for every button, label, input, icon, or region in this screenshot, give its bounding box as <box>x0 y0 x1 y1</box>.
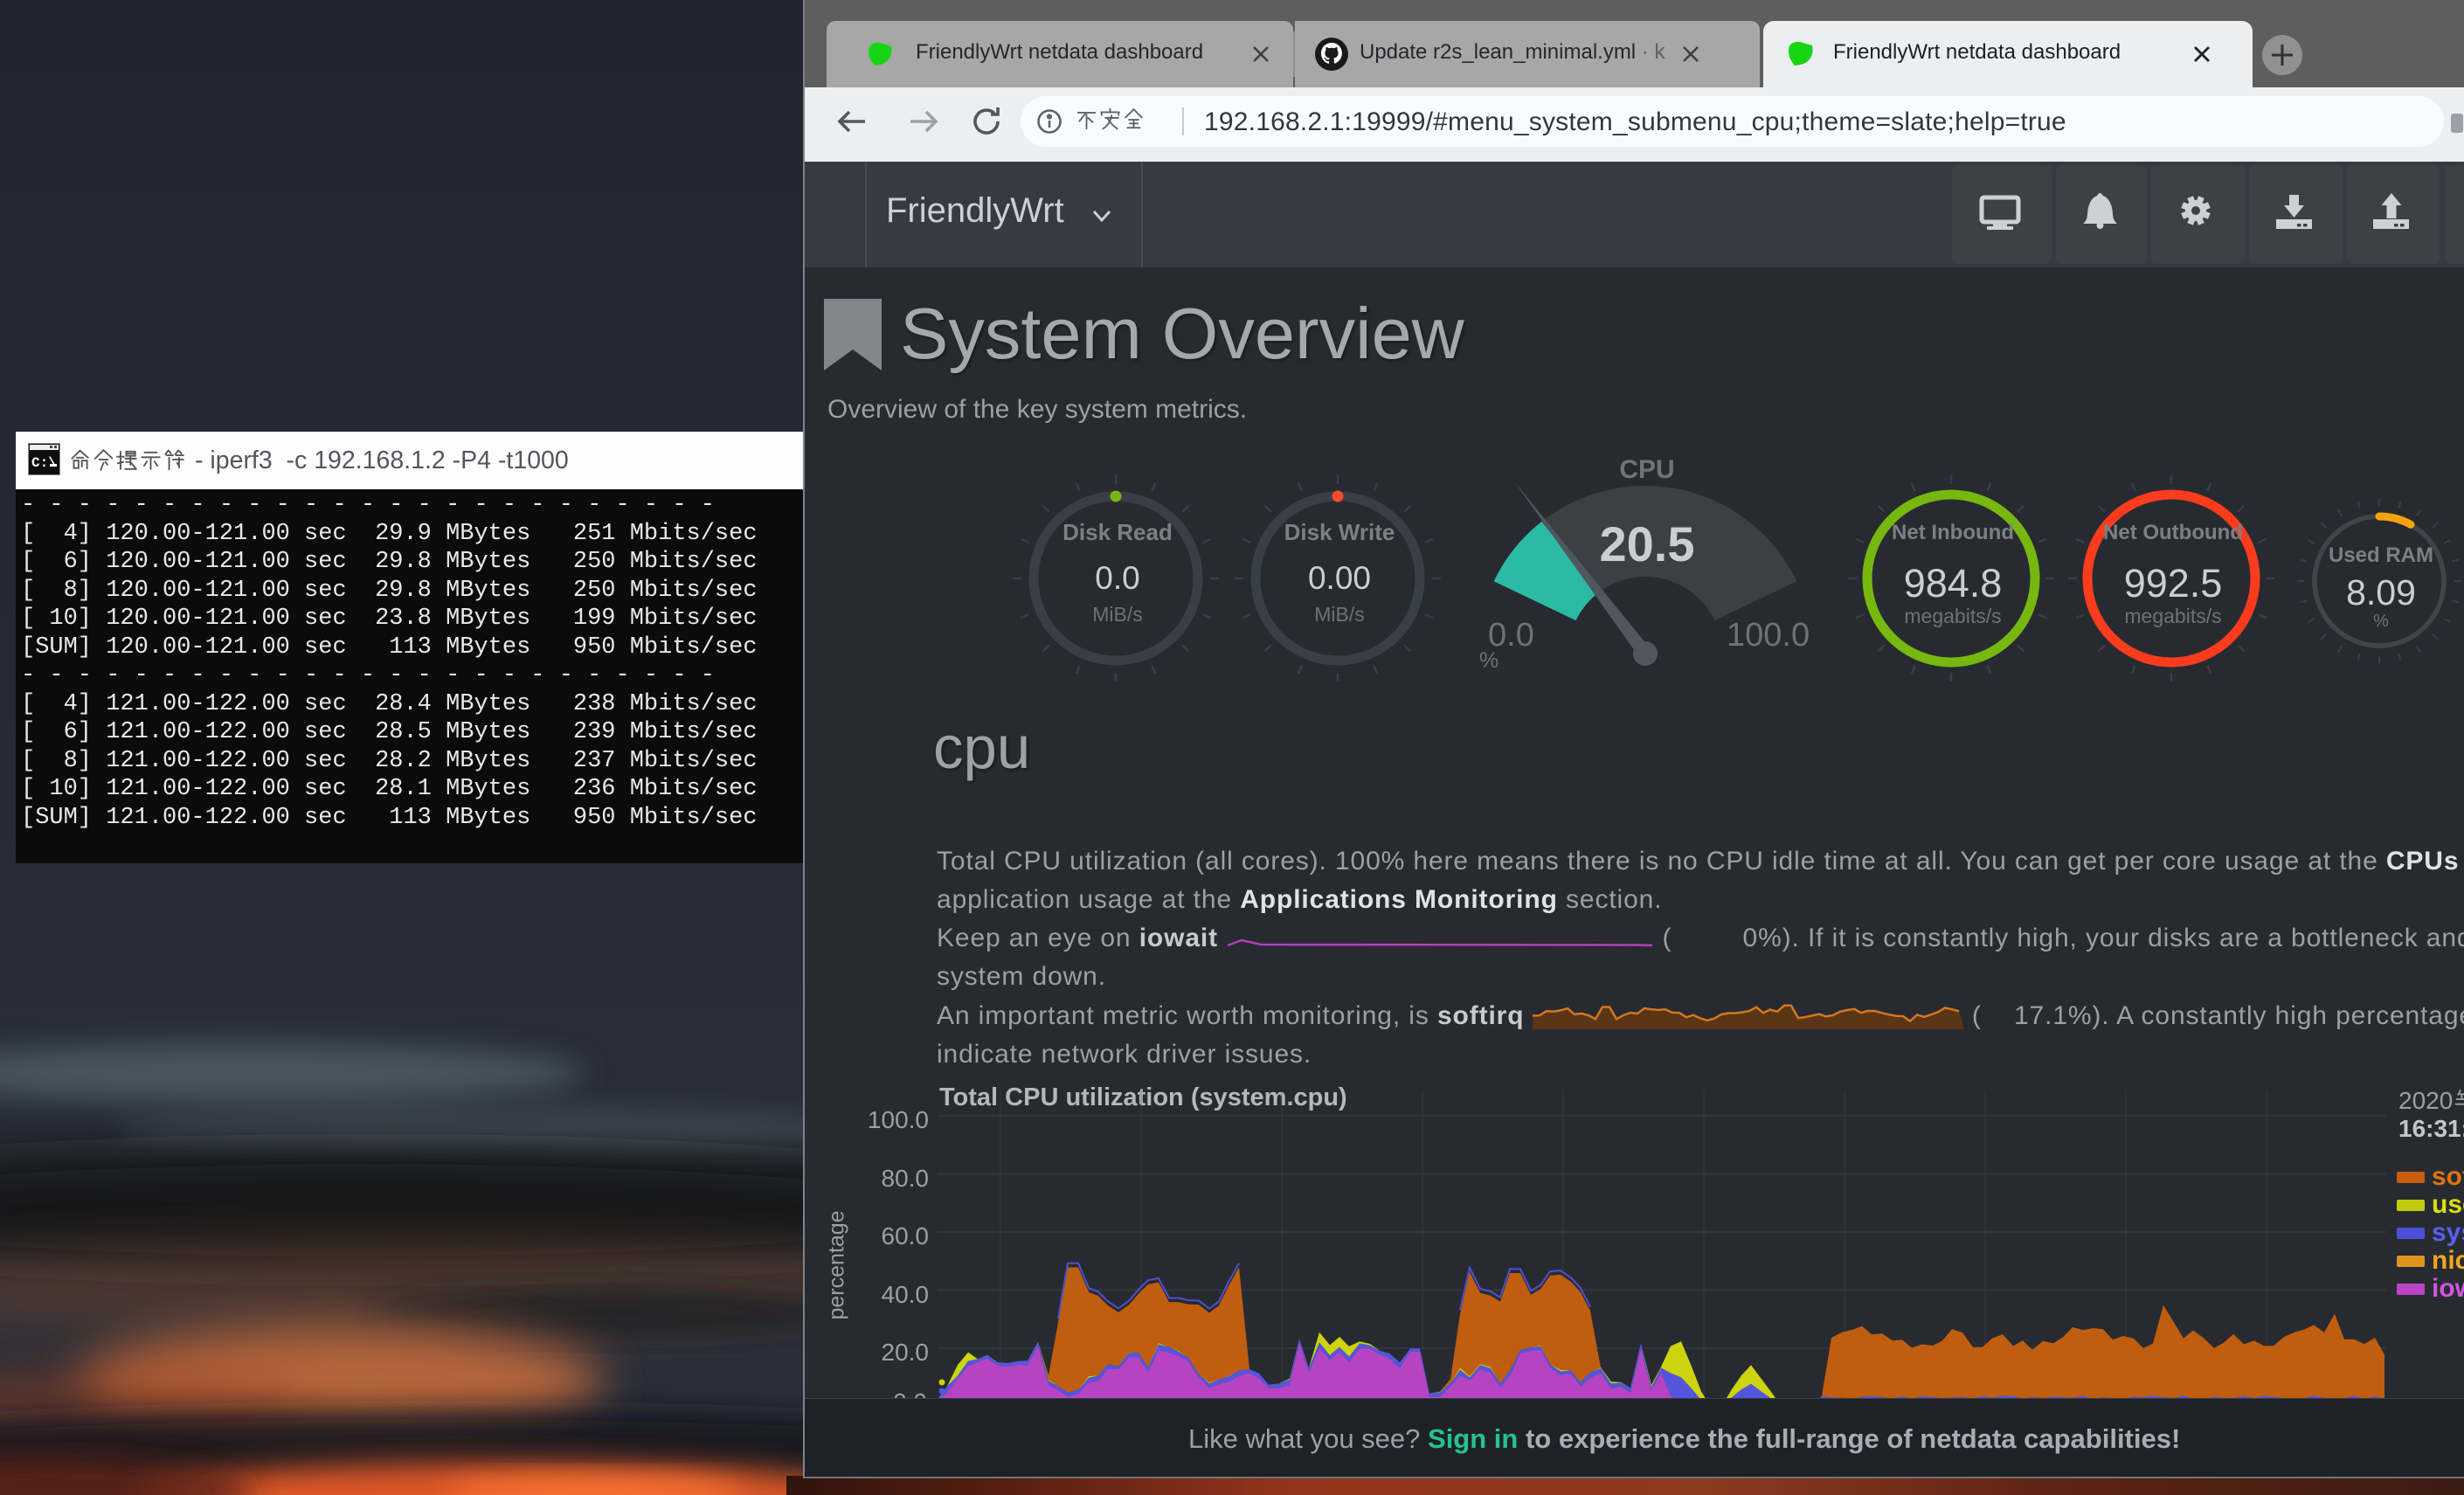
svg-text:C:\: C:\ <box>31 455 57 471</box>
